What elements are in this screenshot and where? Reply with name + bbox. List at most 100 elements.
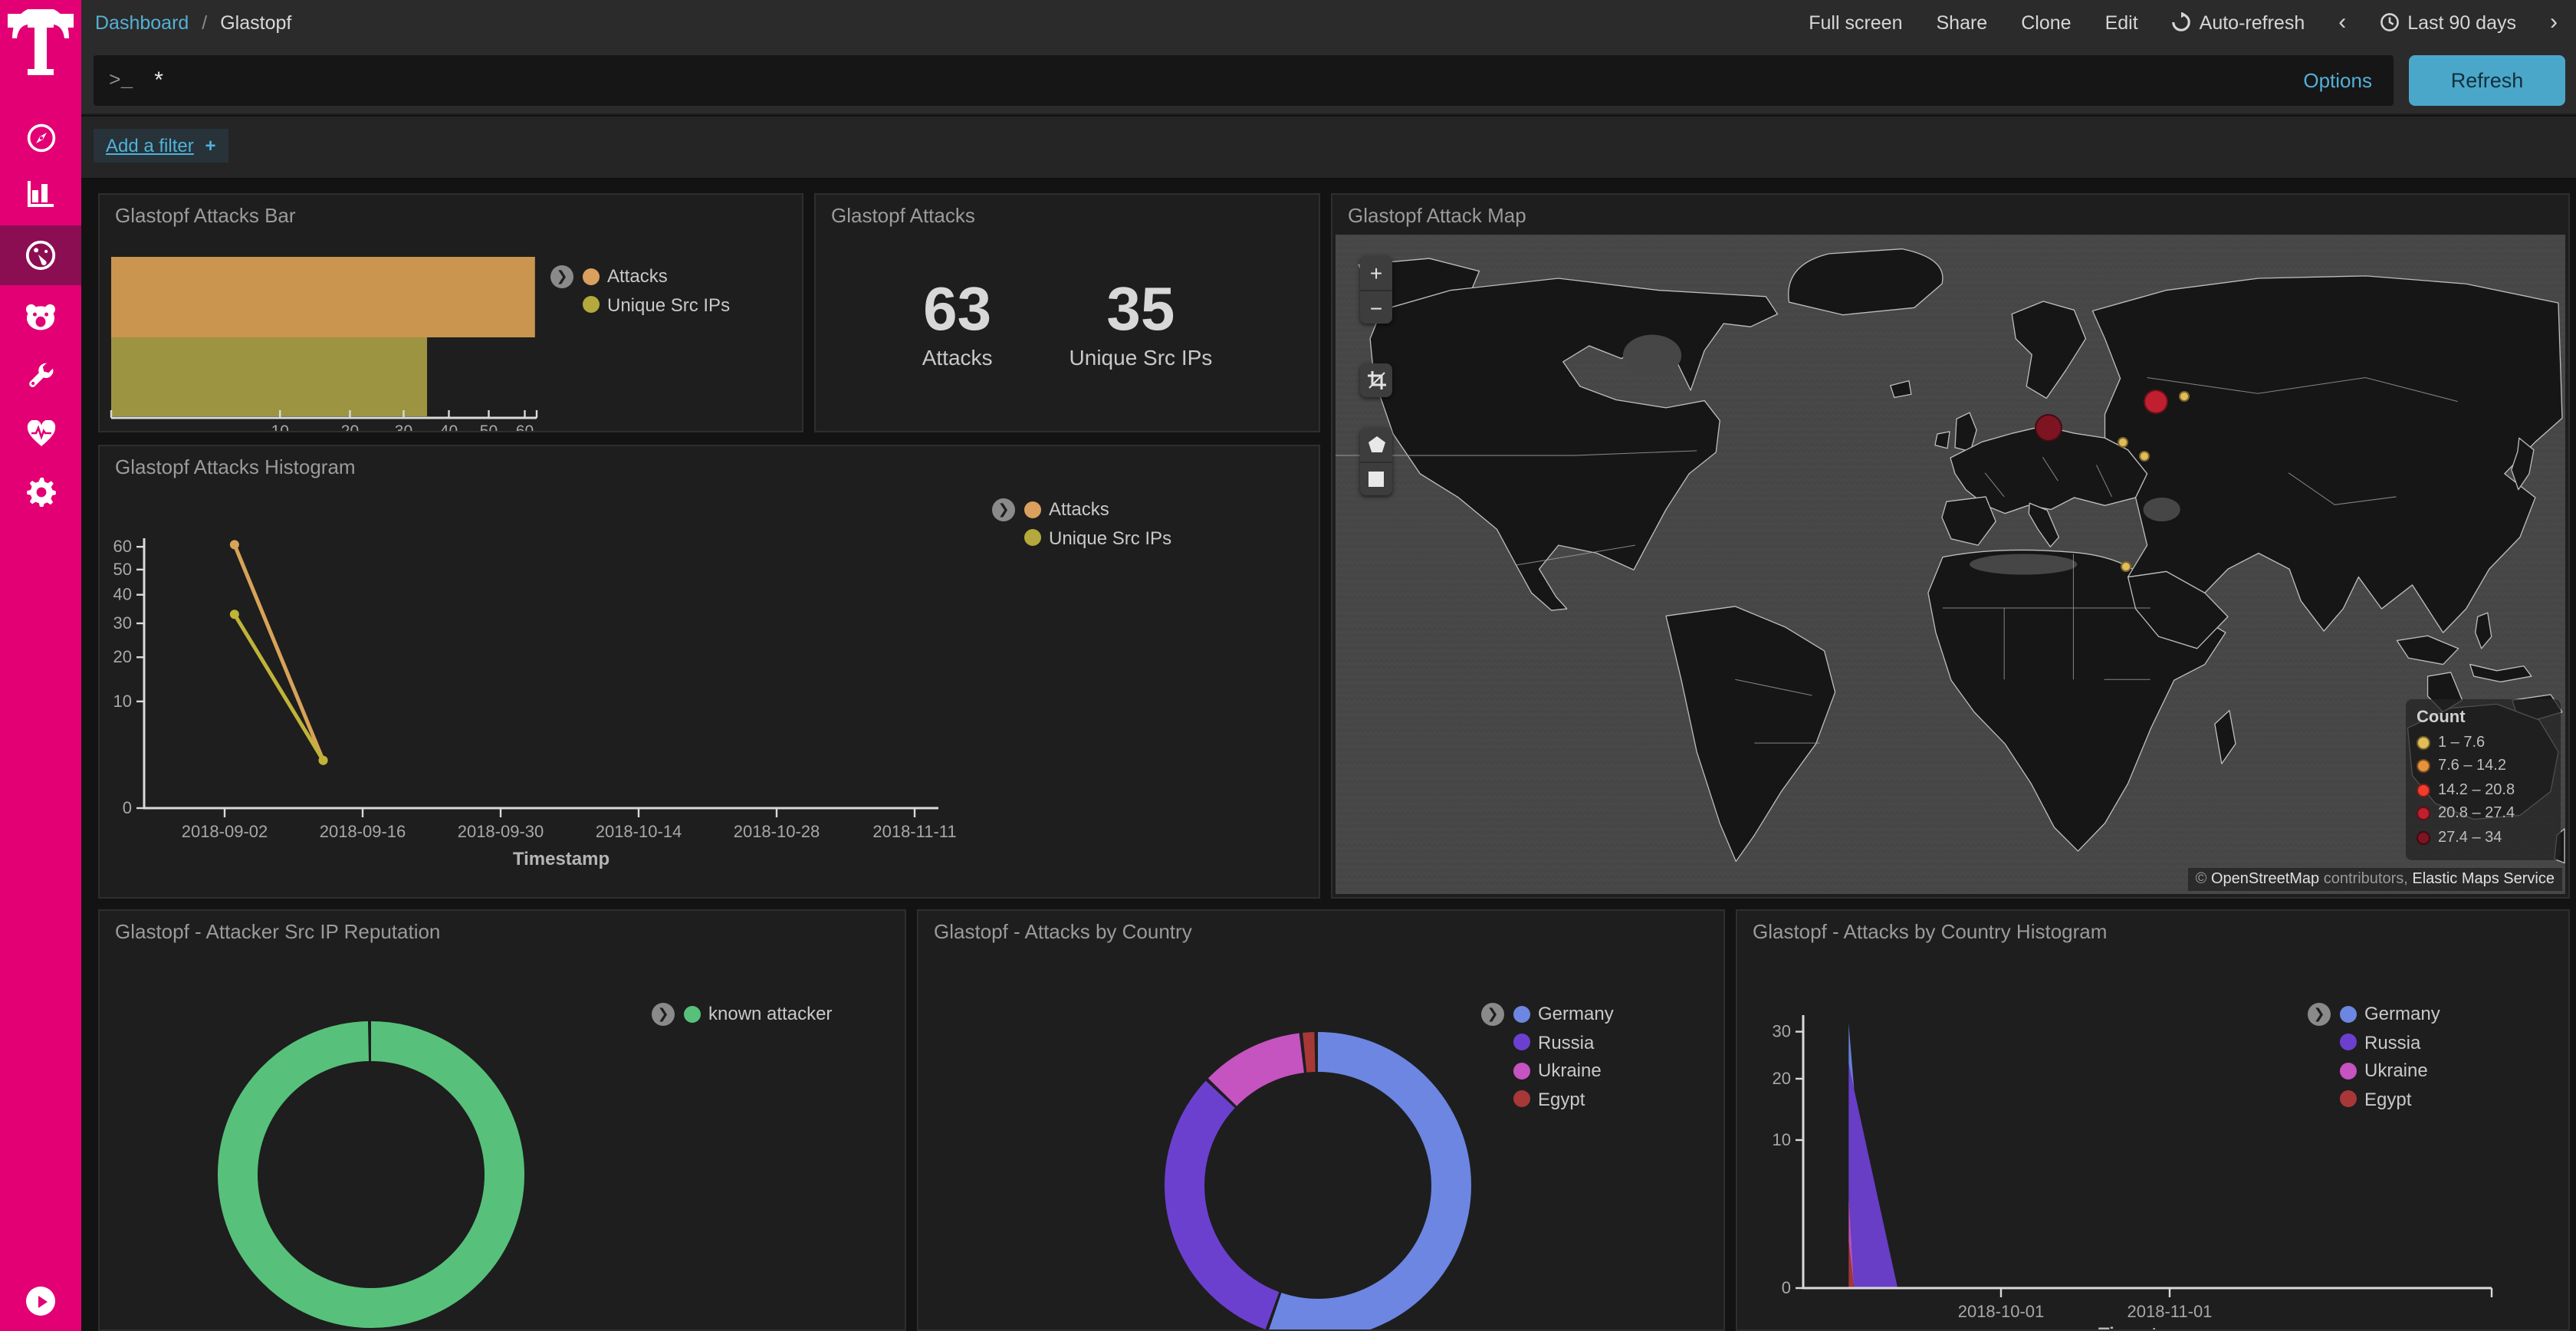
legend: ❯ Attacks Unique Src IPs	[992, 495, 1171, 552]
legend-label[interactable]: Ukraine	[2364, 1060, 2428, 1082]
legend-toggle-icon[interactable]: ❯	[652, 1003, 675, 1026]
top-menu: Full screen Share Clone Edit Auto-refres…	[1809, 11, 2558, 34]
map-legend-dot	[2417, 831, 2430, 845]
legend-color-dot[interactable]	[684, 1006, 701, 1023]
legend-color-dot[interactable]	[583, 297, 600, 314]
legend-label[interactable]: Attacks	[607, 266, 668, 288]
bar-unique-src-ips	[111, 337, 427, 416]
legend-item[interactable]: Egypt	[2308, 1085, 2440, 1113]
time-forward-button[interactable]: ›	[2550, 11, 2558, 34]
time-range-button[interactable]: Last 90 days	[2380, 12, 2516, 33]
top-navigation-bar: Dashboard / Glastopf Full screen Share C…	[81, 0, 2576, 44]
ems-link[interactable]: Elastic Maps Service	[2412, 871, 2555, 888]
legend-toggle-icon[interactable]: ❯	[1481, 1003, 1504, 1026]
legend-item[interactable]: ❯ known attacker	[652, 1000, 832, 1028]
legend-item[interactable]: ❯ Germany	[2308, 1000, 2440, 1028]
legend-item[interactable]: ❯ Germany	[1481, 1000, 1614, 1028]
legend-item[interactable]: Egypt	[1481, 1085, 1614, 1113]
legend-label[interactable]: Germany	[1538, 1004, 1614, 1025]
legend-item[interactable]: Russia	[1481, 1028, 1614, 1057]
country-donut-chart[interactable]	[918, 911, 1725, 1331]
map-draw-polygon-button[interactable]	[1360, 428, 1392, 462]
telekom-logo-icon	[6, 6, 75, 77]
sidebar-item-visualize[interactable]	[0, 164, 81, 221]
osm-link[interactable]: OpenStreetMap	[2211, 871, 2319, 888]
time-back-button[interactable]: ‹	[2338, 11, 2346, 34]
map-zoom-out-button[interactable]: −	[1360, 290, 1392, 324]
y-tick-label: 60	[113, 537, 132, 556]
legend-item[interactable]: Russia	[2308, 1028, 2440, 1057]
legend-color-dot[interactable]	[2340, 1006, 2357, 1023]
legend-color-dot[interactable]	[1513, 1091, 1530, 1108]
bar-attacks	[111, 257, 535, 337]
y-tick-label: 0	[1782, 1278, 1791, 1297]
map-draw-rect-button[interactable]	[1360, 462, 1392, 495]
pentagon-icon	[1367, 435, 1385, 454]
legend-color-dot[interactable]	[583, 268, 600, 285]
legend-label[interactable]: Attacks	[1049, 499, 1109, 521]
options-link[interactable]: Options	[2303, 55, 2372, 106]
metric-value: 35	[1070, 278, 1213, 342]
share-button[interactable]: Share	[1937, 12, 1988, 33]
legend-toggle-icon[interactable]: ❯	[992, 498, 1015, 521]
legend-label[interactable]: Germany	[2364, 1004, 2440, 1025]
legend-label[interactable]: Unique Src IPs	[1049, 527, 1171, 549]
legend-toggle-icon[interactable]: ❯	[550, 265, 573, 288]
axis-tick-label: 20	[341, 422, 359, 432]
legend-color-dot[interactable]	[1513, 1006, 1530, 1023]
breadcrumb-dashboard-link[interactable]: Dashboard	[95, 12, 189, 33]
legend-item[interactable]: Unique Src IPs	[550, 291, 730, 319]
legend-item[interactable]: ❯ Attacks	[992, 495, 1171, 524]
legend-item[interactable]: Ukraine	[1481, 1057, 1614, 1085]
legend-item[interactable]: ❯ Attacks	[550, 262, 730, 291]
legend-label[interactable]: Unique Src IPs	[607, 294, 730, 316]
map-fit-data-button[interactable]	[1360, 363, 1392, 397]
bar-chart-icon	[25, 177, 56, 208]
legend-item[interactable]: Unique Src IPs	[992, 524, 1171, 552]
x-tick-label: 2018-09-02	[182, 822, 268, 841]
auto-refresh-button[interactable]: Auto-refresh	[2172, 12, 2305, 33]
full-screen-button[interactable]: Full screen	[1809, 12, 1902, 33]
sidebar-item-timelion[interactable]	[0, 288, 81, 345]
map-legend-item: 27.4 – 34	[2417, 826, 2550, 850]
legend-color-dot[interactable]	[1513, 1034, 1530, 1051]
search-input[interactable]: >_ * Options	[94, 55, 2394, 106]
bear-icon	[25, 302, 57, 331]
sidebar-collapse-button[interactable]	[26, 1287, 55, 1316]
legend-label[interactable]: Ukraine	[1538, 1060, 1602, 1082]
legend-label[interactable]: known attacker	[708, 1004, 832, 1025]
sidebar-item-management[interactable]	[0, 463, 81, 520]
point-Unique Src IPs	[319, 756, 328, 765]
donut-slice-known attacker	[238, 1041, 504, 1308]
legend-label[interactable]: Egypt	[2364, 1089, 2411, 1110]
legend-color-dot[interactable]	[1024, 501, 1041, 518]
legend-color-dot[interactable]	[1024, 530, 1041, 547]
legend-toggle-icon[interactable]: ❯	[2308, 1003, 2331, 1026]
map-zoom-in-button[interactable]: +	[1360, 256, 1392, 290]
panel-title: Glastopf - Attacks by Country Histogram	[1753, 920, 2107, 943]
sidebar-item-dev-tools[interactable]	[0, 347, 81, 403]
y-tick-label: 30	[113, 613, 132, 633]
map-marker-germany[interactable]	[2034, 413, 2062, 441]
edit-button[interactable]: Edit	[2105, 12, 2138, 33]
add-filter-button[interactable]: Add a filter +	[94, 129, 228, 163]
sidebar-item-monitoring[interactable]	[0, 405, 81, 462]
map-marker-egypt[interactable]	[2121, 561, 2131, 572]
panel-title: Glastopf - Attacks by Country	[934, 920, 1192, 943]
world-map[interactable]: + −	[1336, 235, 2565, 894]
legend-color-dot[interactable]	[1513, 1063, 1530, 1080]
clone-button[interactable]: Clone	[2021, 12, 2071, 33]
legend-color-dot[interactable]	[2340, 1091, 2357, 1108]
legend-label[interactable]: Egypt	[1538, 1089, 1585, 1110]
compass-icon	[25, 122, 56, 153]
refresh-button[interactable]: Refresh	[2409, 55, 2565, 106]
legend-label[interactable]: Russia	[2364, 1032, 2420, 1053]
sidebar-item-discover[interactable]	[0, 109, 81, 166]
legend-label[interactable]: Russia	[1538, 1032, 1594, 1053]
legend-color-dot[interactable]	[2340, 1034, 2357, 1051]
legend-item[interactable]: Ukraine	[2308, 1057, 2440, 1085]
sidebar-item-dashboard[interactable]	[0, 225, 81, 285]
reputation-donut-chart[interactable]	[100, 911, 906, 1331]
legend-color-dot[interactable]	[2340, 1063, 2357, 1080]
country-histogram-chart[interactable]: 01020302018-10-012018-11-01Timestamp	[1737, 911, 2570, 1331]
